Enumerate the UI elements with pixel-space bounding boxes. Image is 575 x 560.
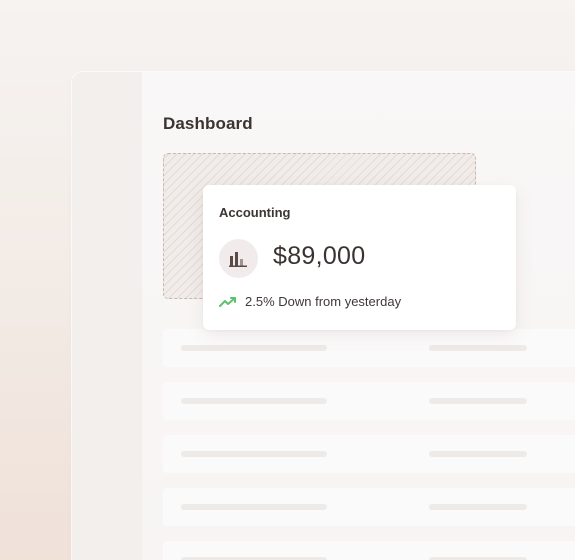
table-row[interactable] <box>163 541 575 560</box>
card-title: Accounting <box>219 205 291 220</box>
table-row[interactable] <box>163 435 575 473</box>
skeleton-cell <box>429 345 527 351</box>
skeleton-cell <box>429 451 527 457</box>
table-row[interactable] <box>163 382 575 420</box>
accounting-stat-card[interactable]: Accounting $89,000 2.5% Down from yester… <box>203 185 516 330</box>
accounting-amount: $89,000 <box>273 242 366 270</box>
bar-chart-icon <box>219 239 258 278</box>
skeleton-cell <box>181 345 327 351</box>
table-row[interactable] <box>163 488 575 526</box>
trending-up-icon <box>219 296 237 308</box>
skeleton-cell <box>181 504 327 510</box>
trend-text: 2.5% Down from yesterday <box>245 294 402 309</box>
page-title: Dashboard <box>163 114 253 133</box>
skeleton-cell <box>429 504 527 510</box>
skeleton-cell <box>181 398 327 404</box>
table-row[interactable] <box>163 329 575 367</box>
skeleton-cell <box>181 451 327 457</box>
skeleton-cell <box>429 398 527 404</box>
sidebar <box>72 72 142 560</box>
trend-indicator: 2.5% Down from yesterday <box>219 294 401 309</box>
